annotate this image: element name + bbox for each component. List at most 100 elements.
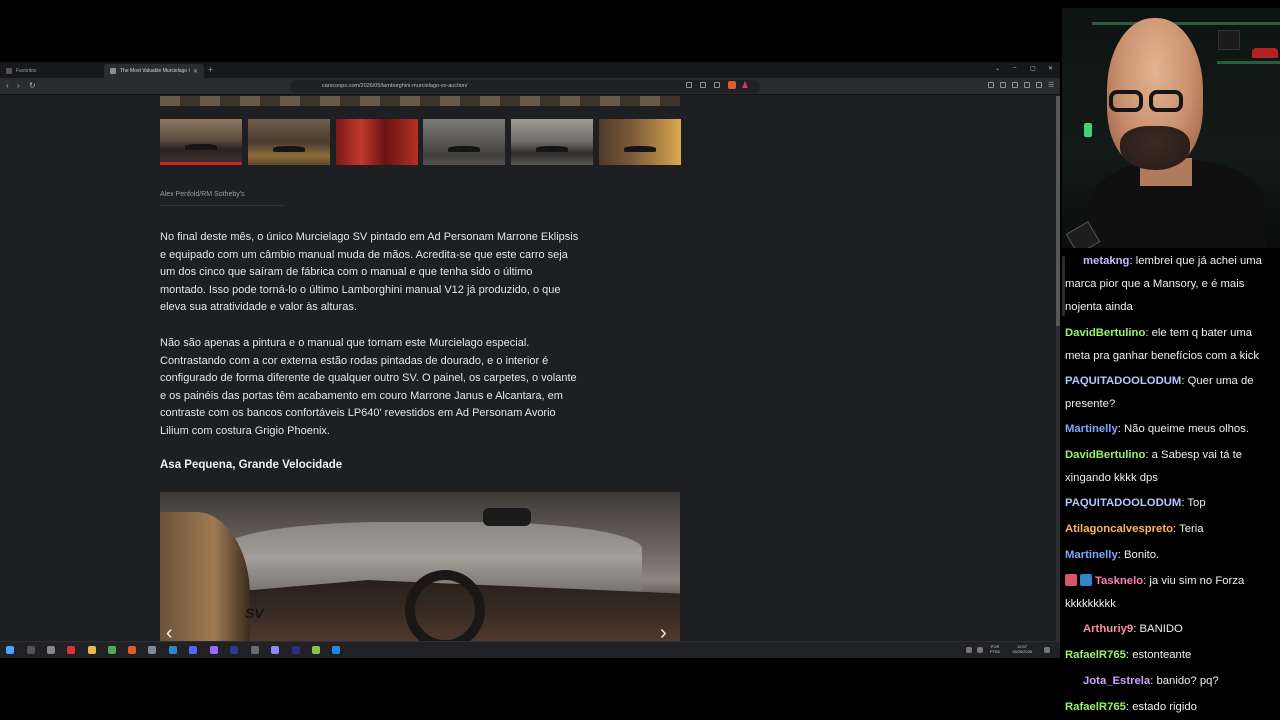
gallery-thumbnail[interactable] <box>511 119 593 165</box>
task-view-icon[interactable] <box>27 646 35 654</box>
tray-chevron-icon[interactable] <box>966 647 972 653</box>
menu-icon[interactable]: ☰ <box>1048 81 1054 89</box>
url-text: carscoops.com/2026/05/lamborghini-murcie… <box>322 83 468 89</box>
chat-message: DavidBertulino: a Sabesp vai tá te xinga… <box>1065 449 1243 484</box>
app-icon[interactable] <box>210 646 218 654</box>
site-favicon-icon <box>110 68 116 74</box>
chat-username[interactable]: RafaelR765 <box>1065 649 1126 661</box>
close-window-icon[interactable]: ✕ <box>1048 65 1053 72</box>
next-image-icon[interactable]: › <box>660 622 667 641</box>
tab-active-article[interactable]: The Most Valuable Murcielago I ✕ <box>104 64 204 78</box>
chat-username[interactable]: PAQUITADOOLODUM <box>1065 375 1181 387</box>
brave-shields-icon[interactable] <box>728 81 736 89</box>
glasses <box>1109 90 1189 112</box>
prev-image-icon[interactable]: ‹ <box>166 622 173 641</box>
chat-username[interactable]: Tasknelo <box>1095 575 1143 587</box>
steering-wheel <box>405 570 485 641</box>
chat-username[interactable]: Martinelly <box>1065 423 1118 435</box>
zoom-icon[interactable] <box>700 82 706 88</box>
chat-message: Arthuriy9: BANIDO <box>1083 623 1183 635</box>
screen: Favoritos The Most Valuable Murcielago I… <box>0 0 1280 720</box>
gallery-main-image[interactable] <box>160 96 680 106</box>
chat-username[interactable]: metakng <box>1083 255 1129 267</box>
start-icon[interactable] <box>6 646 14 654</box>
chat-text: banido? pq? <box>1156 675 1219 687</box>
browser-window: Favoritos The Most Valuable Murcielago I… <box>0 62 1060 658</box>
model-car <box>1252 48 1278 58</box>
chat-username[interactable]: Jota_Estrela <box>1083 675 1150 687</box>
chat-username[interactable]: DavidBertulino <box>1065 327 1145 339</box>
chrome-icon[interactable] <box>108 646 116 654</box>
chat-username[interactable]: Atilagoncalvespreto <box>1065 523 1173 535</box>
article-paragraph: Não são apenas a pintura e o manual que … <box>160 337 577 437</box>
app-icon[interactable] <box>47 646 55 654</box>
chat-username[interactable]: DavidBertulino <box>1065 449 1145 461</box>
brave-icon[interactable] <box>128 646 136 654</box>
file-explorer-icon[interactable] <box>88 646 96 654</box>
maximize-icon[interactable]: ▢ <box>1030 65 1036 72</box>
chat-message: RafaelR765: estado rigido <box>1065 701 1197 713</box>
vpn-icon[interactable] <box>1024 82 1030 88</box>
gallery-thumbnail[interactable] <box>248 119 330 165</box>
chat-message: Jota_Estrela: banido? pq? <box>1083 675 1219 687</box>
brave-rewards-icon[interactable] <box>742 81 748 88</box>
system-clock[interactable]: 15:57 16/05/2026 <box>1012 644 1032 654</box>
folder-icon <box>6 68 12 74</box>
chat-text: BANIDO <box>1139 623 1183 635</box>
browser-toolbar: ‹ › ↻ carscoops.com/2026/05/lamborghini-… <box>0 78 1060 95</box>
chat-message: Martinelly: Bonito. <box>1065 549 1160 561</box>
chat-message: Tasknelo: ja viu sim no Forza kkkkkkkkk <box>1065 574 1245 610</box>
gallery-thumbnail[interactable] <box>336 119 418 165</box>
subscriber-badge-icon[interactable] <box>1080 574 1092 586</box>
premiere-icon[interactable] <box>292 646 300 654</box>
stream-chat: metakng: lembrei que já achei uma marca … <box>1060 248 1280 720</box>
tab-favorites[interactable]: Favoritos <box>0 64 102 78</box>
app-icon[interactable] <box>148 646 156 654</box>
chat-text: estado rigido <box>1132 701 1197 713</box>
chat-username[interactable]: Arthuriy9 <box>1083 623 1133 635</box>
chat-message: DavidBertulino: ele tem q bater uma meta… <box>1065 327 1260 362</box>
sidebar-icon[interactable] <box>1000 82 1006 88</box>
app-icon[interactable] <box>169 646 177 654</box>
chat-text: Top <box>1187 497 1206 509</box>
extensions-icon[interactable] <box>988 82 994 88</box>
app-icon[interactable] <box>312 646 320 654</box>
chat-message: PAQUITADOOLODUM: Top <box>1065 497 1206 509</box>
reload-icon[interactable]: ↻ <box>29 81 36 90</box>
app-icon[interactable] <box>67 646 75 654</box>
chat-username[interactable]: RafaelR765 <box>1065 701 1126 713</box>
chat-username[interactable]: Martinelly <box>1065 549 1118 561</box>
translate-icon[interactable] <box>686 82 692 88</box>
gift-badge-icon[interactable] <box>1065 574 1077 586</box>
discord-icon[interactable] <box>189 646 197 654</box>
keyboard-language[interactable]: POR PTB2 <box>990 644 1000 654</box>
gallery-thumbnail[interactable] <box>423 119 505 165</box>
tab-bar: Favoritos The Most Valuable Murcielago I… <box>0 62 1060 78</box>
share-icon[interactable] <box>714 82 720 88</box>
article-photo[interactable]: SV ‹ › <box>160 492 680 641</box>
app-icon[interactable] <box>271 646 279 654</box>
forward-icon[interactable]: › <box>17 81 20 90</box>
gallery-thumbnail[interactable] <box>599 119 681 165</box>
tab-search-icon[interactable]: ⌄ <box>995 65 1000 72</box>
photoshop-icon[interactable] <box>332 646 340 654</box>
audition-icon[interactable] <box>230 646 238 654</box>
app-icon[interactable] <box>251 646 259 654</box>
section-heading: Asa Pequena, Grande Velocidade <box>160 459 343 471</box>
chat-text: estonteante <box>1132 649 1192 661</box>
notifications-icon[interactable] <box>1044 647 1050 653</box>
chat-username[interactable]: PAQUITADOOLODUM <box>1065 497 1181 509</box>
wallet-icon[interactable] <box>1012 82 1018 88</box>
new-tab-icon[interactable]: + <box>208 65 213 74</box>
tab-close-icon[interactable]: ✕ <box>193 68 198 75</box>
chat-text: Bonito. <box>1124 549 1160 561</box>
divider <box>160 205 285 206</box>
windows-taskbar: POR PTB2 15:57 16/05/2026 <box>0 641 1060 658</box>
profile-icon[interactable] <box>1036 82 1042 88</box>
web-page: Alex Penfold/RM Sotheby's No final deste… <box>0 96 1056 641</box>
back-icon[interactable]: ‹ <box>6 81 9 90</box>
network-icon[interactable] <box>977 647 983 653</box>
minimize-icon[interactable]: – <box>1013 65 1016 71</box>
chat-message: RafaelR765: estonteante <box>1065 649 1192 661</box>
gallery-thumbnail[interactable] <box>160 119 242 165</box>
